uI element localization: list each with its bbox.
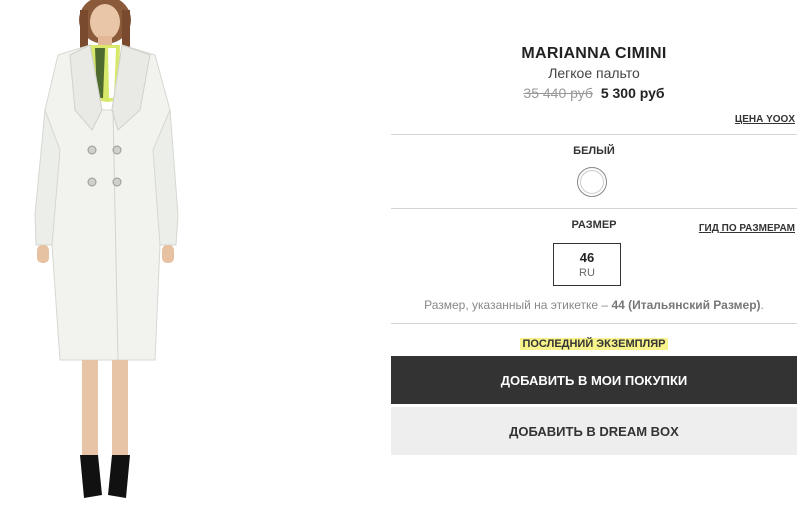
size-guide-link[interactable]: ГИД ПО РАЗМЕРАМ	[699, 223, 795, 234]
size-note-value: 44 (Итальянский Размер)	[611, 298, 761, 312]
product-info-panel: MARIANNA CIMINI Легкое пальто 35 440 руб…	[391, 0, 797, 510]
color-name: БЕЛЫЙ	[573, 145, 615, 157]
add-to-cart-button[interactable]: ДОБАВИТЬ В МОИ ПОКУПКИ	[391, 356, 797, 404]
size-note-prefix: Размер, указанный на этикетке –	[424, 298, 609, 312]
size-unit: RU	[579, 267, 595, 279]
size-option-46[interactable]: 46 RU	[553, 243, 621, 286]
brand-name[interactable]: MARIANNA CIMINI	[391, 45, 797, 63]
size-label-note: Размер, указанный на этикетке – 44 (Итал…	[391, 298, 797, 312]
sale-price: 5 300 руб	[600, 85, 665, 101]
add-to-dreambox-button[interactable]: ДОБАВИТЬ В DREAM BOX	[391, 407, 797, 455]
yoox-price-link[interactable]: ЦЕНА YOOX	[735, 114, 795, 125]
product-title: Легкое пальто	[548, 65, 640, 81]
last-item-badge: ПОСЛЕДНИЙ ЭКЗЕМПЛЯР	[391, 334, 797, 352]
divider	[391, 134, 797, 135]
last-item-text: ПОСЛЕДНИЙ ЭКЗЕМПЛЯР	[520, 338, 668, 350]
size-note-suffix: .	[760, 298, 764, 312]
size-value: 46	[579, 250, 595, 265]
divider	[391, 208, 797, 209]
divider	[391, 323, 797, 324]
color-swatch-white[interactable]	[577, 167, 607, 197]
product-image[interactable]	[0, 0, 230, 510]
price-block: 35 440 руб 5 300 руб	[391, 85, 797, 101]
old-price: 35 440 руб	[523, 85, 593, 101]
